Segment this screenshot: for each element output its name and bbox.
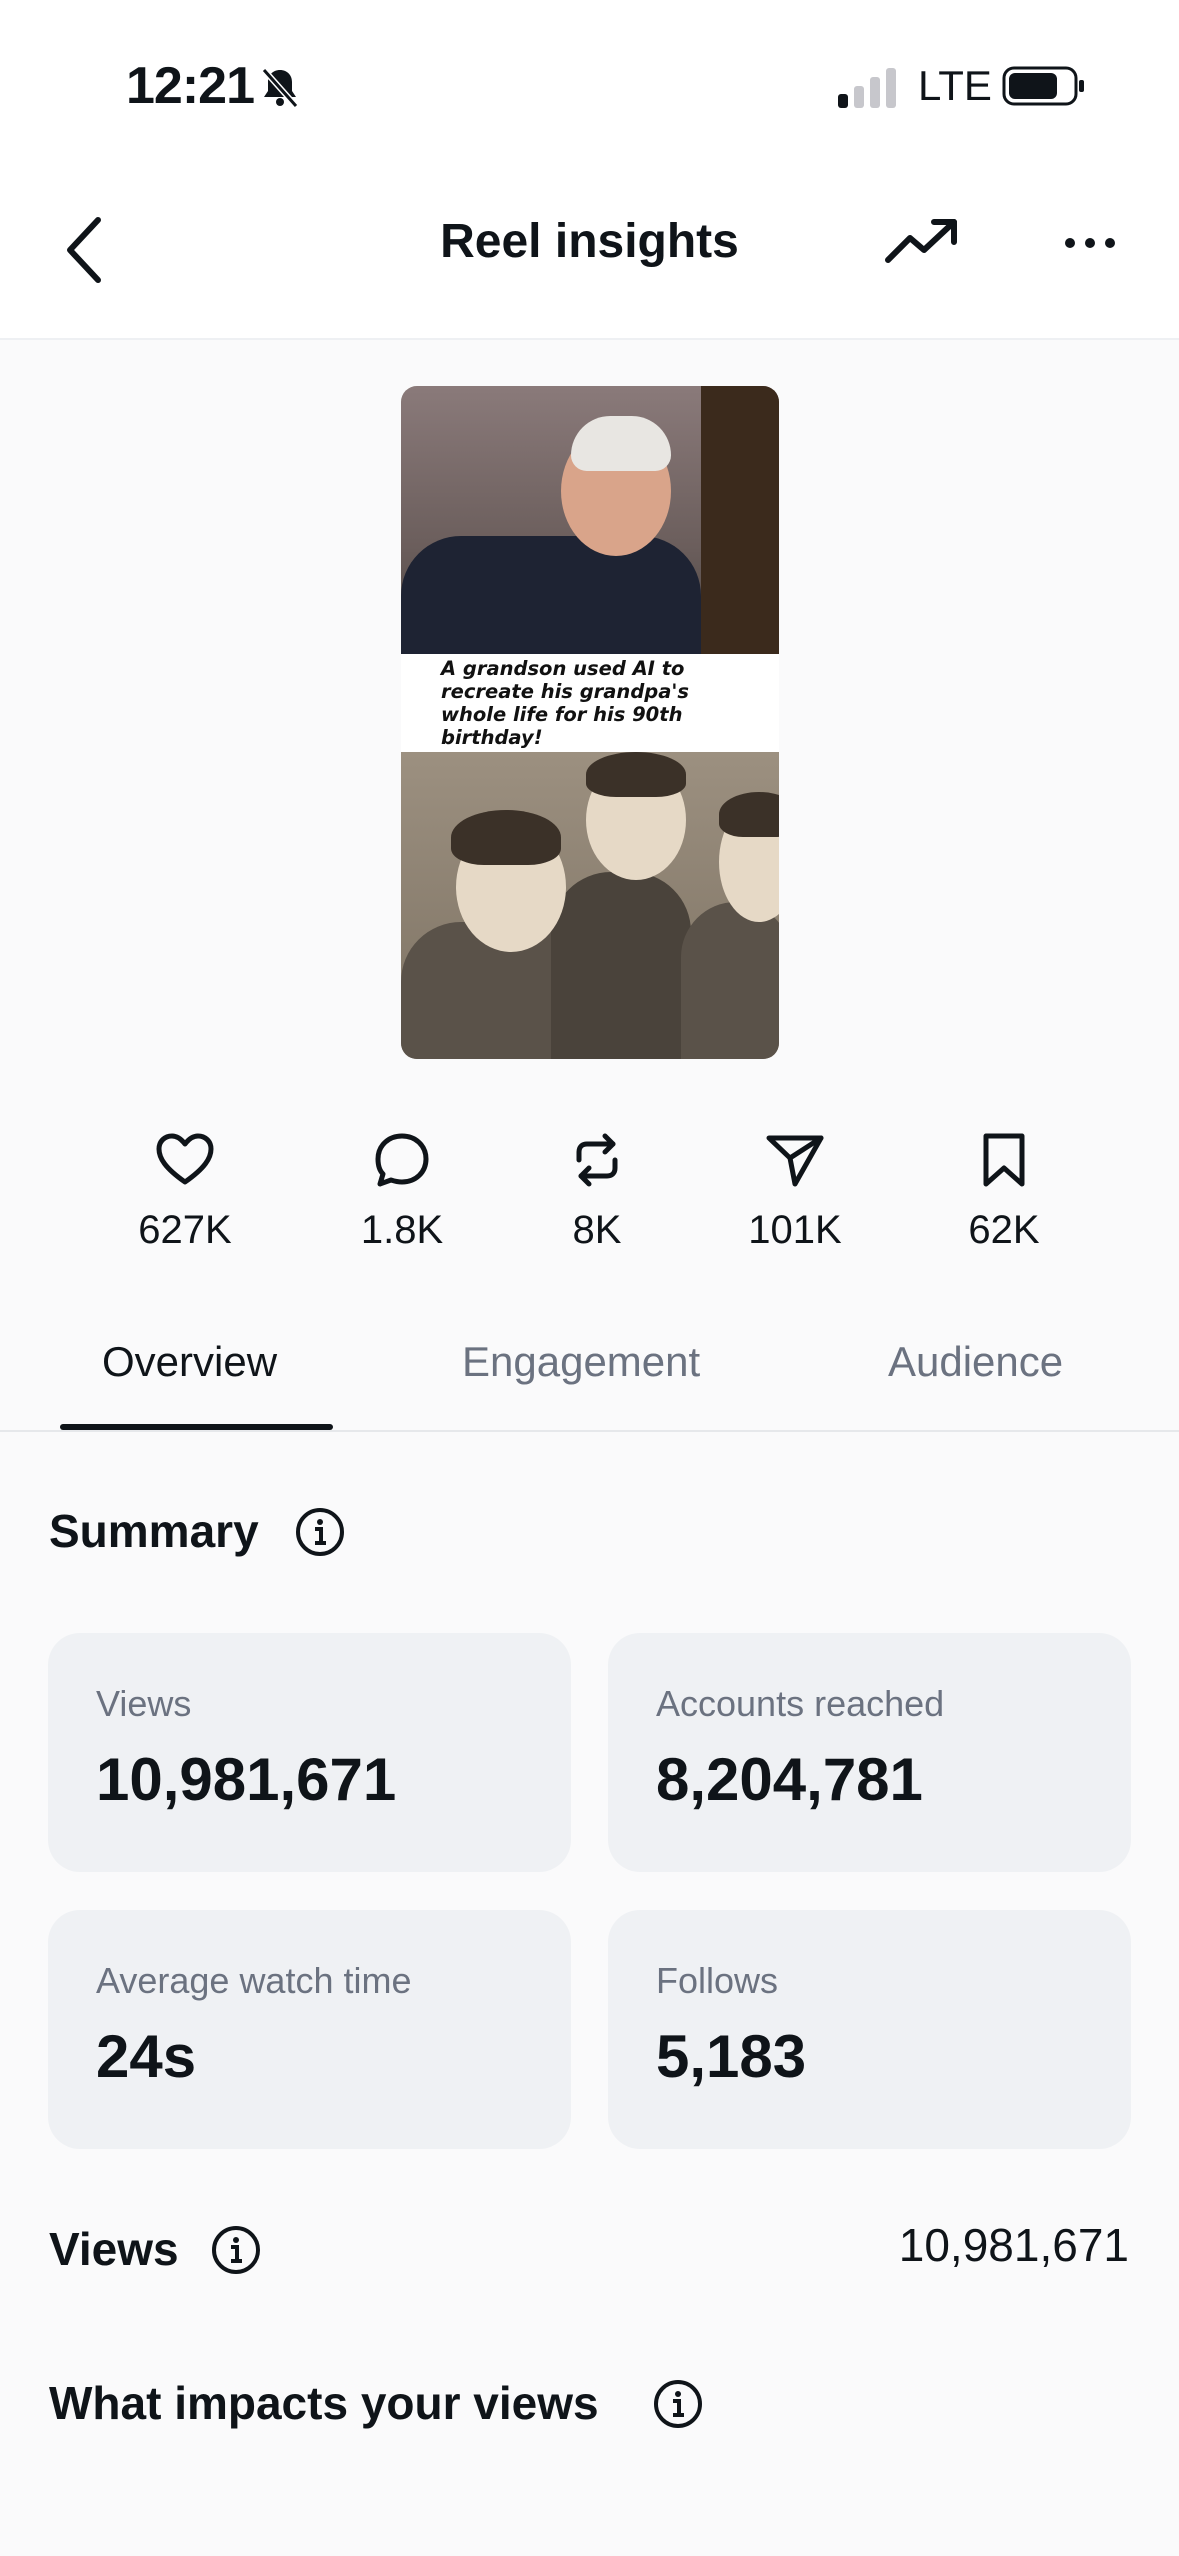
views-card-label: Views <box>96 1683 192 1724</box>
likes-count: 627K <box>138 1208 232 1252</box>
comments-stat: 1.8K <box>312 1130 492 1253</box>
views-heading: Views <box>49 2223 179 2275</box>
shares-count: 101K <box>748 1208 842 1252</box>
average-watch-time-label: Average watch time <box>96 1960 412 2001</box>
saves-count: 62K <box>968 1208 1040 1252</box>
summary-info-icon[interactable] <box>294 1506 346 1558</box>
bell-muted-icon <box>261 68 299 108</box>
engagement-stats-row: 627K 1.8K 8K 101K 62K <box>0 1130 1179 1270</box>
views-total-value: 10,981,671 <box>898 2219 1129 2271</box>
thumbnail-bottom-photo <box>401 752 779 1059</box>
saves-stat: 62K <box>914 1130 1094 1253</box>
reposts-stat: 8K <box>507 1130 687 1253</box>
accounts-reached-value: 8,204,781 <box>656 1746 923 1813</box>
cellular-signal-icon <box>838 66 896 108</box>
follows-card[interactable]: Follows 5,183 <box>608 1910 1131 2149</box>
status-time: 12:21 <box>126 57 255 115</box>
insights-tabs: Overview Engagement Audience <box>0 1300 1179 1432</box>
reel-thumbnail[interactable]: A grandson used AI to recreate his grand… <box>401 386 779 1059</box>
views-card-value: 10,981,671 <box>96 1746 397 1813</box>
active-tab-indicator <box>60 1424 333 1430</box>
tab-engagement[interactable]: Engagement <box>462 1338 700 1386</box>
likes-stat: 627K <box>95 1130 275 1253</box>
network-type: LTE <box>918 62 992 109</box>
more-options-icon[interactable] <box>1060 230 1120 256</box>
views-card[interactable]: Views 10,981,671 <box>48 1633 571 1872</box>
tab-audience[interactable]: Audience <box>888 1338 1063 1386</box>
accounts-reached-label: Accounts reached <box>656 1683 945 1724</box>
heart-icon <box>156 1133 214 1185</box>
tab-overview[interactable]: Overview <box>102 1338 277 1386</box>
accounts-reached-card[interactable]: Accounts reached 8,204,781 <box>608 1633 1131 1872</box>
impacts-heading: What impacts your views <box>49 2377 599 2429</box>
trending-up-icon[interactable] <box>884 214 960 270</box>
page-title: Reel insights <box>440 215 739 268</box>
average-watch-time-value: 24s <box>96 2023 197 2090</box>
comment-icon <box>375 1133 429 1187</box>
follows-value: 5,183 <box>656 2023 807 2090</box>
bookmark-icon <box>983 1133 1025 1187</box>
header-bar: Reel insights <box>0 170 1179 340</box>
average-watch-time-card[interactable]: Average watch time 24s <box>48 1910 571 2149</box>
follows-label: Follows <box>656 1960 779 2001</box>
status-bar: 12:21 LTE <box>0 0 1179 170</box>
share-send-icon <box>766 1135 824 1187</box>
reposts-count: 8K <box>572 1208 622 1252</box>
impacts-info-icon[interactable] <box>652 2378 704 2430</box>
battery-icon <box>1002 66 1084 106</box>
thumbnail-caption-text: A grandson used AI to recreate his grand… <box>441 657 689 749</box>
repost-icon <box>576 1133 618 1187</box>
comments-count: 1.8K <box>360 1208 444 1252</box>
views-info-icon[interactable] <box>210 2224 262 2276</box>
shares-stat: 101K <box>705 1130 885 1253</box>
thumbnail-top-photo <box>401 386 779 666</box>
thumbnail-caption: A grandson used AI to recreate his grand… <box>401 654 779 752</box>
summary-heading: Summary <box>49 1505 259 1557</box>
reel-insights-screen: 12:21 LTE Reel insights A grandson used … <box>0 0 1179 2556</box>
